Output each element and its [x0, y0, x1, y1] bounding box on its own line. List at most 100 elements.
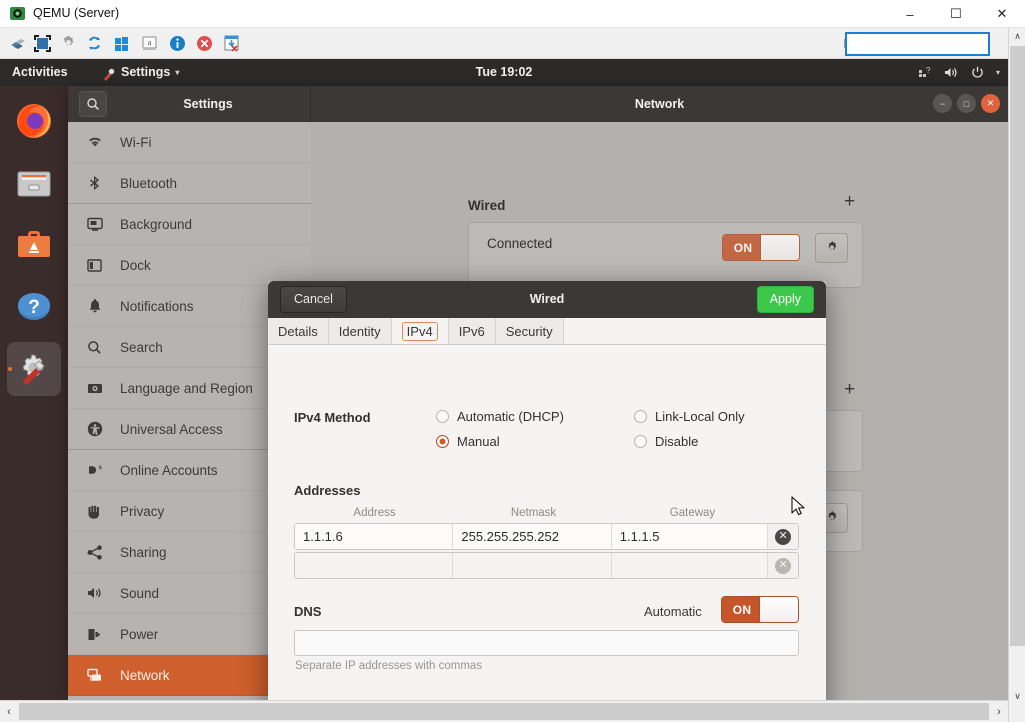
tab-label: IPv4 [402, 322, 438, 341]
info-icon[interactable] [168, 34, 187, 53]
radio-disable[interactable]: Disable [634, 434, 698, 449]
chevron-down-icon[interactable]: ▾ [996, 68, 1000, 77]
sidebar-item-label: Sound [120, 586, 159, 601]
address-input-2[interactable] [295, 553, 453, 578]
gateway-input-1[interactable]: 1.1.1.5 [612, 524, 768, 549]
tab-label: IPv6 [459, 324, 485, 339]
tab-ipv4[interactable]: IPv4 [392, 318, 449, 344]
connection-toggle[interactable]: ON [722, 234, 800, 261]
delete-address-button-1[interactable]: ✕ [768, 524, 798, 549]
page-title: Network [311, 86, 1008, 122]
reset-icon[interactable] [85, 34, 104, 53]
dns-automatic-toggle[interactable]: ON [721, 596, 799, 623]
dock-item-help[interactable]: ? [7, 280, 61, 334]
apply-button[interactable]: Apply [757, 286, 814, 313]
guest-screen: Activities Settings ▾ Tue 19:02 [0, 59, 1008, 700]
power-icon[interactable] [970, 65, 985, 80]
pause-icon[interactable] [8, 34, 27, 53]
netmask-input-1[interactable]: 255.255.255.252 [453, 524, 611, 549]
search-icon [86, 97, 100, 111]
fullscreen-icon[interactable] [33, 34, 52, 53]
sidebar-item-wifi[interactable]: Wi-Fi [68, 122, 311, 163]
radio-indicator [634, 435, 647, 448]
dock-item-settings[interactable] [7, 342, 61, 396]
power-plug-icon [86, 627, 103, 642]
svg-text:s: s [98, 465, 102, 471]
add-wired-connection-button[interactable]: + [844, 192, 855, 211]
radio-label: Automatic (DHCP) [457, 409, 564, 424]
tab-details[interactable]: Details [268, 318, 329, 344]
dns-input[interactable] [294, 630, 799, 656]
tab-identity[interactable]: Identity [329, 318, 392, 344]
dock-item-firefox[interactable] [7, 94, 61, 148]
settings-close-button[interactable]: ✕ [981, 94, 1000, 113]
tab-security[interactable]: Security [496, 318, 564, 344]
background-icon [86, 217, 103, 232]
windows-icon[interactable] [112, 34, 131, 53]
settings-titlebar: Settings Network − □ ✕ [68, 86, 1008, 122]
screenshot-icon[interactable]: a [140, 34, 159, 53]
dialog-tabs: Details Identity IPv4 IPv6 Security [268, 318, 826, 345]
scroll-up-button[interactable]: ∧ [1009, 28, 1025, 45]
delete-address-button-2[interactable]: ✕ [768, 553, 798, 578]
dock-item-files[interactable] [7, 156, 61, 210]
horizontal-scrollbar-thumb[interactable] [19, 703, 989, 720]
tab-label: Security [506, 324, 553, 339]
dock-icon [86, 258, 103, 273]
gateway-input-2[interactable] [612, 553, 768, 578]
qemu-window: QEMU (Server) – ☐ ✕ [0, 0, 1025, 722]
scroll-left-button[interactable]: ‹ [0, 701, 18, 722]
dns-automatic-label: Automatic [644, 604, 702, 619]
sidebar-item-label: Sharing [120, 545, 167, 560]
qemu-maximize-button[interactable]: ☐ [933, 0, 979, 28]
qemu-toolbar: a [0, 28, 1025, 59]
radio-label: Manual [457, 434, 500, 449]
toggle-on-label: ON [722, 597, 762, 622]
address-input-1[interactable]: 1.1.1.6 [295, 524, 453, 549]
settings-icon [14, 349, 54, 389]
tab-label: Details [278, 324, 318, 339]
radio-manual[interactable]: Manual [436, 434, 500, 449]
sidebar-item-label: Universal Access [120, 422, 223, 437]
delete-icon: ✕ [775, 558, 791, 574]
radio-label: Link-Local Only [655, 409, 745, 424]
vertical-scrollbar-thumb[interactable] [1010, 46, 1025, 646]
sidebar-item-background[interactable]: Background [68, 204, 311, 245]
clock[interactable]: Tue 19:02 [0, 59, 1008, 86]
address-row-2: ✕ [294, 552, 799, 579]
svg-text:?: ? [28, 297, 40, 318]
netmask-input-2[interactable] [453, 553, 611, 578]
close-red-icon[interactable] [195, 34, 214, 53]
settings-gear-icon[interactable] [59, 34, 78, 53]
help-icon: ? [14, 287, 54, 327]
horizontal-scrollbar[interactable]: ‹ › [0, 700, 1008, 722]
accessibility-icon[interactable]: ? [917, 65, 932, 80]
radio-link-local-only[interactable]: Link-Local Only [634, 409, 745, 424]
sidebar-item-label: Privacy [120, 504, 164, 519]
wired-settings-button[interactable] [815, 233, 848, 263]
settings-minimize-button[interactable]: − [933, 94, 952, 113]
qemu-minimize-button[interactable]: – [887, 0, 933, 28]
qemu-address-entry[interactable] [845, 32, 990, 56]
sidebar-item-label: Language and Region [120, 381, 253, 396]
qemu-close-button[interactable]: ✕ [979, 0, 1025, 28]
connection-status-label: Connected [487, 236, 552, 251]
save-snapshot-icon[interactable] [222, 34, 241, 53]
settings-window-controls: − □ ✕ [933, 94, 1000, 113]
vertical-scrollbar[interactable]: ∧ ∨ [1008, 28, 1025, 722]
privacy-hand-icon [86, 504, 103, 519]
sidebar-item-dock[interactable]: Dock [68, 245, 311, 286]
firefox-icon [14, 101, 54, 141]
search-button[interactable] [79, 91, 107, 117]
scroll-down-button[interactable]: ∨ [1009, 688, 1025, 705]
scroll-right-button[interactable]: › [990, 701, 1008, 722]
system-tray[interactable]: ? ▾ [917, 59, 1000, 86]
settings-maximize-button[interactable]: □ [957, 94, 976, 113]
tab-ipv6[interactable]: IPv6 [449, 318, 496, 344]
radio-automatic-dhcp[interactable]: Automatic (DHCP) [436, 409, 564, 424]
add-connection-button-2[interactable]: + [844, 380, 855, 399]
radio-indicator [436, 410, 449, 423]
sidebar-item-bluetooth[interactable]: Bluetooth [68, 163, 311, 204]
dock-item-software[interactable] [7, 218, 61, 272]
volume-icon[interactable] [943, 65, 959, 80]
